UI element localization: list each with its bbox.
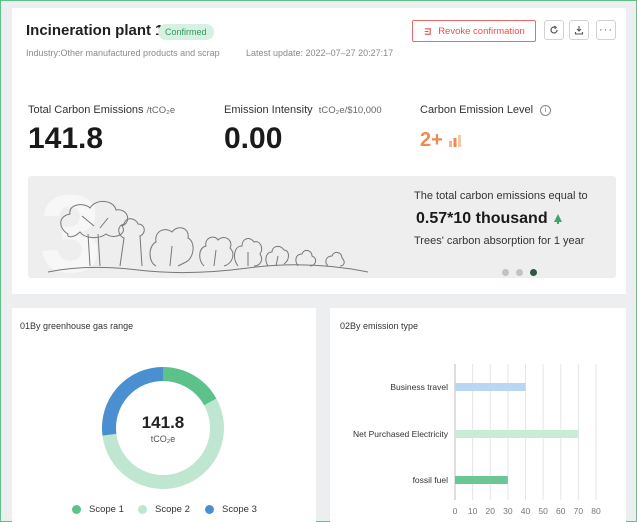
download-button[interactable] <box>569 20 589 40</box>
overview-card: Incineration plant 1 Confirmed Industry:… <box>12 8 626 294</box>
status-badge: Confirmed <box>158 24 214 40</box>
more-icon: ··· <box>599 24 613 36</box>
legend-scope-3[interactable]: Scope 3 <box>205 504 257 515</box>
carousel-dot-active[interactable] <box>530 269 537 276</box>
legend-scope-1[interactable]: Scope 1 <box>72 504 124 515</box>
donut-center-value: 141.8 <box>141 413 185 432</box>
info-icon[interactable]: i <box>540 105 552 116</box>
refresh-button[interactable] <box>544 20 564 40</box>
revoke-icon <box>424 27 431 35</box>
intensity-value: 0.00 <box>224 122 283 155</box>
legend-label: Scope 1 <box>89 504 124 515</box>
emission-type-panel: 02By emission type <box>330 308 626 522</box>
legend-dot <box>205 505 214 514</box>
tree-icon <box>554 214 563 224</box>
intensity-title: Emission Intensity <box>224 104 313 116</box>
level-bars-icon <box>449 135 462 147</box>
total-emissions-unit: /tCO₂e <box>146 105 176 116</box>
level-title: Carbon Emission Level <box>420 104 534 116</box>
trees-illustration: 3 <box>40 176 369 278</box>
refresh-icon <box>550 25 558 34</box>
total-emissions-title: Total Carbon Emissions <box>28 104 144 116</box>
legend-dot <box>72 505 81 514</box>
legend-scope-2[interactable]: Scope 2 <box>138 504 190 515</box>
tree-equivalent-banner: 3 The total carbon emissions equal to 0.… <box>28 176 616 278</box>
total-emissions-label: Total Carbon Emissions /tCO₂e <box>28 104 175 116</box>
intensity-label: Emission Intensity tCO₂e/$10,000 <box>224 104 382 116</box>
industry-text: Industry:Other manufactured products and… <box>26 48 220 58</box>
revoke-confirmation-button[interactable]: Revoke confirmation <box>412 20 536 42</box>
level-value-text: 2+ <box>420 129 443 151</box>
banner-value-text: 0.57*10 thousand <box>416 210 548 227</box>
legend-label: Scope 2 <box>155 504 190 515</box>
page-title: Incineration plant 1 <box>26 22 164 39</box>
banner-value: 0.57*10 thousand <box>416 210 563 228</box>
carousel-dot[interactable] <box>502 269 509 276</box>
banner-line-2: Trees' carbon absorption for 1 year <box>414 235 585 247</box>
total-emissions-value: 141.8 <box>28 122 104 155</box>
large-digit-watermark: 3 <box>40 176 101 278</box>
download-icon <box>574 26 584 35</box>
donut-center-unit: tCO₂e <box>150 434 176 444</box>
ghg-panel-title: 01By greenhouse gas range <box>20 321 134 331</box>
carousel-dot[interactable] <box>516 269 523 276</box>
legend-label: Scope 3 <box>222 504 257 515</box>
level-label: Carbon Emission Level i <box>420 104 552 116</box>
more-button[interactable]: ··· <box>596 20 616 40</box>
banner-line-1: The total carbon emissions equal to <box>414 190 588 202</box>
level-value: 2+ <box>420 129 462 152</box>
intensity-unit: tCO₂e/$10,000 <box>318 105 382 116</box>
legend-dot <box>138 505 147 514</box>
type-panel-title: 02By emission type <box>340 321 419 331</box>
latest-update-text: Latest update: 2022–07–27 20:27:17 <box>246 48 394 58</box>
revoke-label: Revoke confirmation <box>438 25 525 37</box>
